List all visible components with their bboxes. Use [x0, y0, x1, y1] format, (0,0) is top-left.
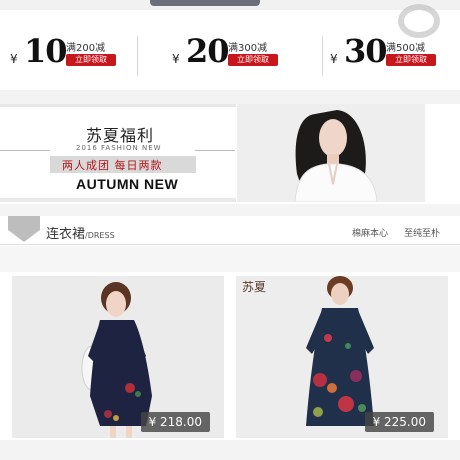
banner-rule	[0, 150, 50, 151]
banner-title: 苏夏福利	[86, 126, 155, 145]
promo-banner[interactable]: 苏夏福利 2016 FASHION NEW 两人成团 每日两款 AUTUMN N…	[0, 104, 460, 202]
coupon-divider	[137, 36, 138, 76]
banner-stripe	[0, 198, 236, 202]
product-brand-logo: 苏夏	[242, 280, 267, 294]
coupon-amount: 30	[344, 32, 388, 70]
claim-coupon-button[interactable]: 立即领取	[228, 54, 278, 66]
coupon-amount: 10	[24, 32, 68, 70]
claim-coupon-button[interactable]: 立即领取	[386, 54, 436, 66]
banner-rule	[195, 150, 235, 151]
coupon-bar: ¥ 10 满200减 立即领取 ¥ 20 满300减 立即领取 ¥ 30 满50…	[0, 32, 460, 76]
product-price: ¥ 218.00	[140, 412, 210, 432]
spacer	[0, 204, 460, 216]
section-tag[interactable]: 至纯至朴	[404, 226, 440, 239]
coupon-20[interactable]: ¥ 20 满300减 立即领取	[172, 32, 312, 76]
spacer	[0, 246, 460, 272]
banner-headline: AUTUMN NEW	[76, 176, 179, 192]
section-marker-icon	[8, 216, 40, 242]
coupon-condition: 满200减	[66, 43, 106, 54]
currency-symbol: ¥	[330, 52, 338, 66]
section-title-cn: 连衣裙	[46, 227, 86, 242]
banner-subtitle: 2016 FASHION NEW	[76, 144, 162, 152]
banner-stripe	[0, 104, 236, 107]
section-tag[interactable]: 棉麻本心	[352, 226, 388, 239]
product-card[interactable]: 苏夏 ¥ 225.00	[236, 276, 448, 438]
top-strip	[0, 0, 460, 10]
currency-symbol: ¥	[172, 52, 180, 66]
section-rule	[0, 244, 460, 245]
previous-image-fragment	[150, 0, 260, 6]
coupon-amount: 20	[186, 32, 230, 70]
banner-model-photo	[237, 104, 425, 202]
section-header-dress: 连衣裙/DRESS 棉麻本心 至纯至朴	[0, 216, 460, 246]
bottom-spacer	[0, 440, 460, 460]
product-card[interactable]: ¥ 218.00	[12, 276, 224, 438]
spacer	[0, 90, 460, 104]
banner-promo-text: 两人成团 每日两款	[62, 159, 163, 172]
product-price: ¥ 225.00	[364, 412, 434, 432]
coupon-condition: 满500减	[386, 43, 426, 54]
coupon-10[interactable]: ¥ 10 满200减 立即领取	[10, 32, 150, 76]
coupon-30[interactable]: ¥ 30 满500减 立即领取	[330, 32, 460, 76]
coupon-divider	[322, 36, 323, 76]
coupon-condition: 满300减	[228, 43, 268, 54]
claim-coupon-button[interactable]: 立即领取	[66, 54, 116, 66]
currency-symbol: ¥	[10, 52, 18, 66]
section-title: 连衣裙/DRESS	[46, 223, 115, 242]
section-title-en: /DRESS	[85, 231, 115, 240]
